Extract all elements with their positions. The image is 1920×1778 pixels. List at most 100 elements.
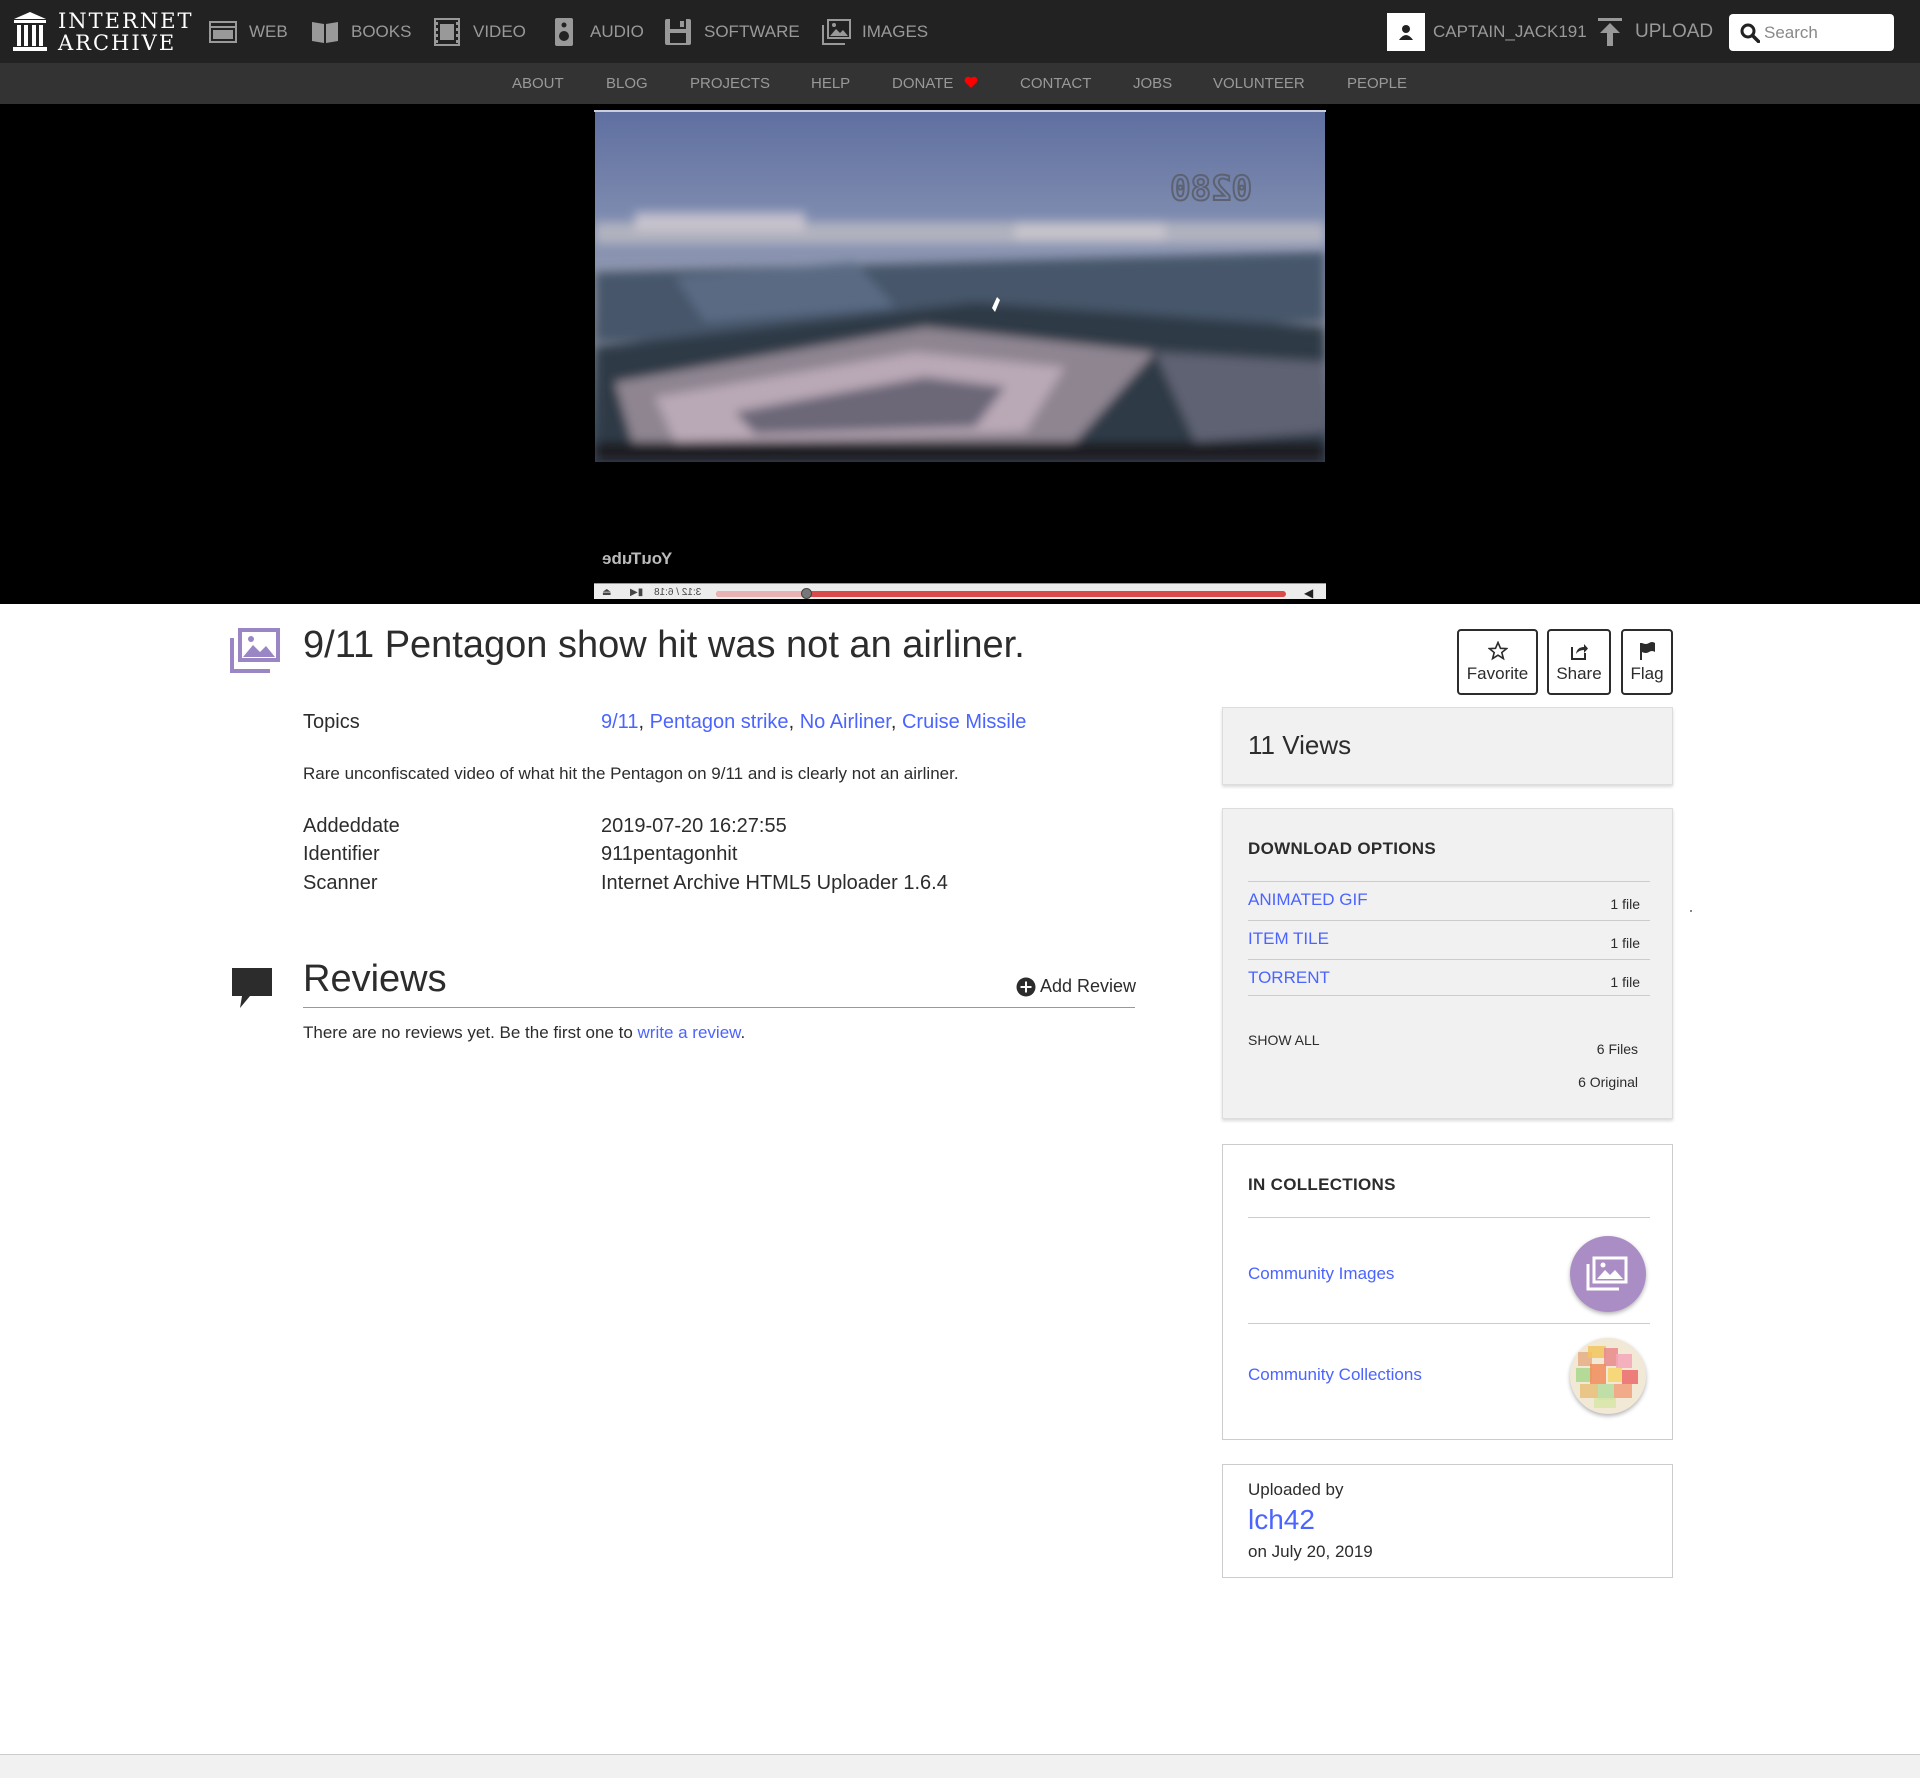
video-frame[interactable]: 0280 [595,112,1325,462]
metadata-label: Addeddate [303,815,400,837]
show-all-link[interactable]: SHOW ALL [1248,1032,1320,1048]
web-icon [209,20,237,43]
nav-tab-label: SOFTWARE [704,21,800,41]
collection-thumbnail[interactable] [1570,1236,1646,1312]
download-options: DOWNLOAD OPTIONS ANIMATED GIF 1 file ITE… [1222,808,1673,1119]
topic-link[interactable]: Cruise Missile [902,711,1026,733]
upload-date: on July 20, 2019 [1248,1542,1373,1561]
volume-icon[interactable]: ◀ [1304,586,1313,599]
metadata-label: Scanner [303,872,378,894]
top-nav: INTERNET ARCHIVE WEB BOOKS VIDEO AUDIO S… [0,0,1920,63]
download-format-link[interactable]: ITEM TILE [1248,929,1329,949]
images-icon [1586,1256,1628,1291]
favorite-button[interactable]: Favorite [1457,629,1538,695]
search-input[interactable] [1764,22,1894,43]
nav-tab-audio[interactable]: AUDIO [548,0,644,63]
collection-link-community-images[interactable]: Community Images [1248,1264,1394,1284]
nav-tab-label: IMAGES [862,21,929,41]
download-options-heading: DOWNLOAD OPTIONS [1248,839,1437,858]
nav-tab-label: BOOKS [351,21,412,41]
video-player[interactable]: 0280 YouTube ⏏ ▶▮ 3:12 / 6:18 ◀ [594,110,1326,599]
play-icon[interactable]: ▶▮ [630,587,643,598]
subnav-volunteer[interactable]: VOLUNTEER [1213,63,1305,104]
youtube-logo: YouTube [602,549,672,569]
download-row[interactable]: ANIMATED GIF 1 file [1248,881,1650,920]
nav-tab-label: WEB [249,21,288,41]
upload-button[interactable]: UPLOAD [1598,12,1713,52]
subnav-projects[interactable]: PROJECTS [690,63,770,104]
subnav-help[interactable]: HELP [811,63,850,104]
item-description: Rare unconfiscated video of what hit the… [303,764,959,783]
nav-tab-software[interactable]: SOFTWARE [662,0,800,63]
topic-link[interactable]: 9/11 [601,711,638,733]
subnav-about[interactable]: ABOUT [512,63,564,104]
topic-link[interactable]: Pentagon strike [650,711,789,733]
heart-icon [964,76,977,88]
download-divider [1248,995,1650,996]
metadata-value: Internet Archive HTML5 Uploader 1.6.4 [601,872,948,894]
search-box[interactable] [1729,14,1894,51]
download-row[interactable]: ITEM TILE 1 file [1248,920,1650,959]
metadata-label: Identifier [303,843,380,865]
topics-list: 9/11, Pentagon strike, No Airliner, Crui… [601,711,1027,733]
reviews-divider [303,1007,1135,1008]
archive-building-icon [13,12,47,51]
mosaic-icon [1576,1346,1638,1408]
subnav-jobs[interactable]: JOBS [1133,63,1172,104]
uploader-link[interactable]: lch42 [1248,1504,1315,1536]
add-review-button[interactable]: Add Review [1016,976,1136,997]
books-icon [312,21,338,43]
plus-circle-icon [1016,977,1036,996]
reviews-empty-message: There are no reviews yet. Be the first o… [303,1023,745,1043]
files-count: 6 Files [1596,1041,1638,1057]
reviews-empty-text: There are no reviews yet. Be the first o… [303,1023,633,1042]
subnav-people[interactable]: PEOPLE [1347,63,1407,104]
youtube-brand-text: YouTube [602,549,673,568]
logo-line-1: INTERNET [58,9,194,33]
download-format-link[interactable]: ANIMATED GIF [1248,890,1368,910]
uploaded-by-label: Uploaded by [1248,1480,1344,1499]
video-progress-knob[interactable] [801,588,813,599]
eject-icon[interactable]: ⏏ [602,587,611,598]
topic-link[interactable]: No Airliner [800,711,891,733]
nav-tab-video[interactable]: VIDEO [431,0,526,63]
in-collections: IN COLLECTIONS Community Images Communit… [1222,1144,1673,1440]
star-icon [1487,640,1508,660]
nav-tab-books[interactable]: BOOKS [309,0,411,63]
flag-button[interactable]: Flag [1621,629,1673,695]
user-menu[interactable]: CAPTAIN_JACK191 [1387,12,1587,52]
download-format-link[interactable]: TORRENT [1248,968,1330,988]
nav-tab-web[interactable]: WEB [207,0,288,63]
metadata-value: 2019-07-20 16:27:55 [601,815,787,837]
flag-label: Flag [1630,663,1664,683]
uploader-box: Uploaded by lch42 on July 20, 2019 [1222,1464,1673,1578]
reviews-icon [232,968,272,1008]
upload-label: UPLOAD [1635,21,1714,42]
collections-divider [1248,1323,1650,1324]
topics-label: Topics [303,711,360,733]
upload-icon [1598,18,1622,46]
collection-thumbnail[interactable] [1570,1338,1646,1414]
video-icon [434,17,460,46]
write-review-link[interactable]: write a review [638,1023,741,1042]
video-controls[interactable]: ⏏ ▶▮ 3:12 / 6:18 ◀ [594,583,1326,599]
download-row[interactable]: TORRENT 1 file [1248,959,1650,998]
subnav-contact[interactable]: CONTACT [1020,63,1091,104]
metadata-value: 911pentagonhit [601,843,738,865]
sub-nav: ABOUT BLOG PROJECTS HELP DONATE CONTACT … [0,63,1920,104]
subnav-donate[interactable]: DONATE [892,63,978,104]
search-icon[interactable] [1740,23,1760,43]
nav-tab-images[interactable]: IMAGES [820,0,928,63]
favorite-label: Favorite [1466,663,1529,683]
download-file-count: 1 file [1610,974,1640,990]
internet-archive-logo[interactable]: INTERNET ARCHIVE [12,10,194,54]
flag-icon [1640,641,1655,660]
views-count: 11 Views [1248,730,1352,760]
collection-link-community-collections[interactable]: Community Collections [1248,1365,1422,1385]
download-file-count: 1 file [1610,935,1640,951]
share-button[interactable]: Share [1547,629,1611,695]
username: CAPTAIN_JACK191 [1433,22,1587,41]
theater: 0280 YouTube ⏏ ▶▮ 3:12 / 6:18 ◀ [0,104,1920,604]
logo-line-2: ARCHIVE [58,31,177,55]
subnav-blog[interactable]: BLOG [606,63,648,104]
